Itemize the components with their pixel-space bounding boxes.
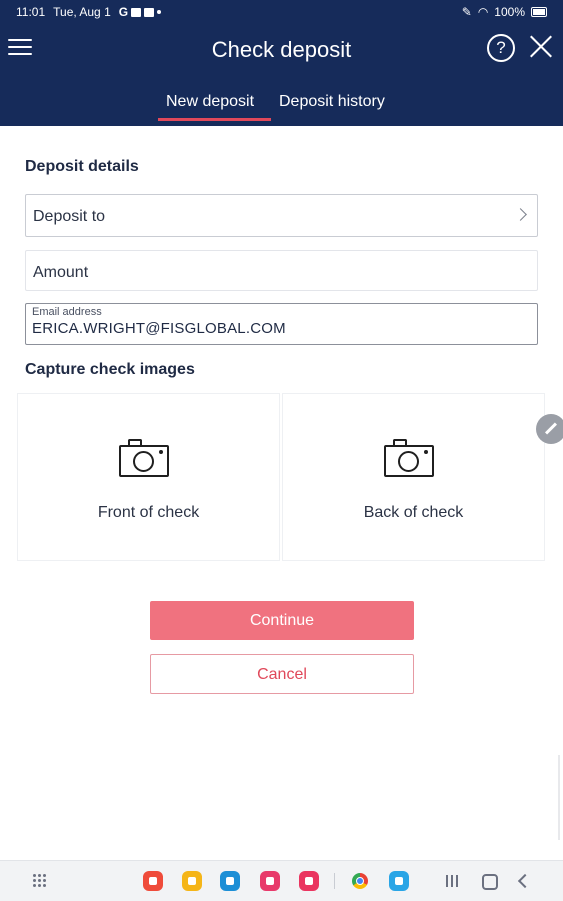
front-of-check-label: Front of check bbox=[97, 504, 200, 521]
capture-images-heading: Capture check images bbox=[25, 361, 195, 378]
active-tab-indicator bbox=[158, 118, 271, 121]
email-value: ERICA.WRIGHT@FISGLOBAL.COM bbox=[32, 320, 286, 337]
close-icon[interactable] bbox=[528, 33, 554, 59]
notification-icons: G bbox=[118, 5, 162, 19]
camera-icon bbox=[119, 439, 173, 479]
app-header: 11:01 Tue, Aug 1 G ✎ ◠ 100% Check deposi… bbox=[0, 0, 563, 126]
status-left: 11:01 Tue, Aug 1 G bbox=[16, 5, 162, 19]
deposit-details-heading: Deposit details bbox=[25, 158, 139, 175]
capture-grid: Front of check Back of check bbox=[17, 393, 547, 561]
dock-divider bbox=[334, 873, 335, 889]
status-bar: 11:01 Tue, Aug 1 G ✎ ◠ 100% bbox=[0, 0, 563, 24]
status-right: ✎ ◠ 100% bbox=[462, 5, 547, 19]
back-icon[interactable] bbox=[517, 873, 533, 889]
amount-placeholder: Amount bbox=[33, 264, 89, 281]
video-app-icon[interactable] bbox=[299, 871, 319, 891]
deposit-to-select[interactable]: Deposit to bbox=[25, 194, 538, 237]
back-of-check-card[interactable]: Back of check bbox=[282, 393, 545, 561]
home-icon[interactable] bbox=[482, 874, 498, 890]
pen-status-icon: ✎ bbox=[461, 5, 472, 19]
google-notification-icon: G bbox=[118, 5, 129, 19]
status-time: 11:01 bbox=[16, 5, 46, 19]
help-icon[interactable]: ? bbox=[487, 34, 515, 62]
flower-app-icon[interactable] bbox=[260, 871, 280, 891]
page-title: Check deposit bbox=[211, 37, 352, 62]
notification-icon bbox=[144, 7, 155, 17]
more-notifications-icon bbox=[157, 10, 162, 14]
tab-new-deposit[interactable]: New deposit bbox=[166, 93, 254, 111]
email-field[interactable]: Email address ERICA.WRIGHT@FISGLOBAL.COM bbox=[25, 303, 538, 345]
status-date: Tue, Aug 1 bbox=[53, 5, 111, 19]
chrome-icon[interactable] bbox=[352, 873, 368, 889]
battery-level: 100% bbox=[494, 5, 525, 19]
system-navigation-bar bbox=[0, 860, 563, 901]
email-label: Email address bbox=[32, 306, 102, 318]
edit-pen-icon[interactable] bbox=[536, 414, 563, 444]
scrollbar[interactable] bbox=[558, 755, 560, 840]
tab-deposit-history[interactable]: Deposit history bbox=[279, 93, 385, 111]
continue-button[interactable]: Continue bbox=[150, 601, 414, 640]
files-app-icon[interactable] bbox=[182, 871, 202, 891]
apps-grid-icon[interactable] bbox=[33, 874, 47, 888]
office-app-icon[interactable] bbox=[143, 871, 163, 891]
tab-bar: New deposit Deposit history bbox=[0, 90, 563, 126]
calendar-app-icon[interactable] bbox=[220, 871, 240, 891]
battery-icon bbox=[531, 7, 547, 17]
amount-input[interactable]: Amount bbox=[25, 250, 538, 291]
deposit-to-label: Deposit to bbox=[33, 208, 106, 225]
front-of-check-card[interactable]: Front of check bbox=[17, 393, 280, 561]
back-of-check-label: Back of check bbox=[363, 504, 464, 521]
wifi-icon: ◠ bbox=[477, 5, 489, 19]
camera-icon bbox=[384, 439, 438, 479]
messages-app-icon[interactable] bbox=[389, 871, 409, 891]
notification-icon bbox=[131, 7, 142, 17]
recent-apps-icon[interactable] bbox=[446, 875, 460, 887]
cancel-button[interactable]: Cancel bbox=[150, 654, 414, 694]
chevron-right-icon bbox=[514, 208, 527, 221]
